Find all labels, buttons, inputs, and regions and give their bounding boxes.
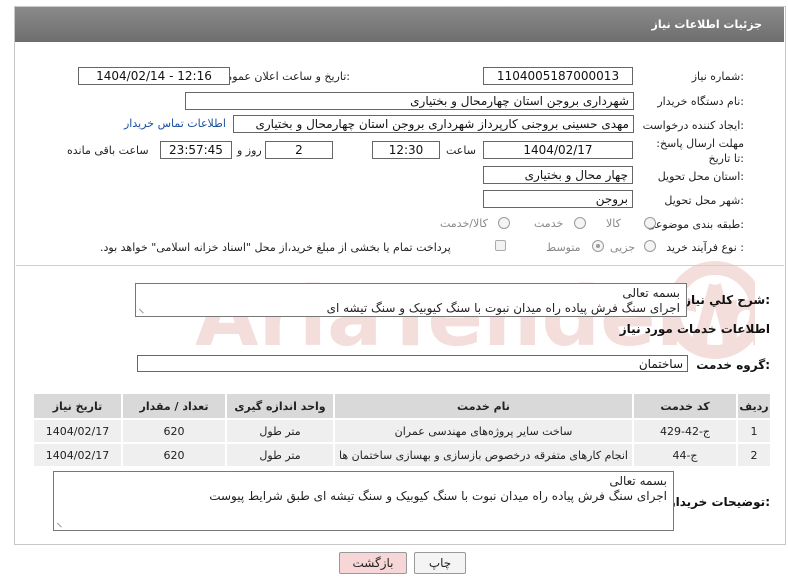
section-divider — [16, 265, 784, 266]
process-radio-medium[interactable] — [592, 240, 604, 252]
unit: متر طول — [225, 442, 335, 468]
need-number-field: 1104005187000013 — [483, 67, 633, 85]
buyer-org-label: نام دستگاه خریدار: — [657, 95, 744, 108]
need-number-label: شماره نیاز: — [691, 70, 744, 83]
summary-line-2: اجرای سنگ فرش پیاده راه میدان نبوت با سن… — [326, 301, 680, 315]
category-option-goods: کالا — [606, 217, 621, 230]
province-label: استان محل تحویل: — [657, 170, 744, 183]
deadline-time-label: ساعت — [446, 144, 476, 157]
col-qty-header: تعداد / مقدار — [121, 392, 227, 420]
deadline-date-field: 1404/02/17 — [483, 141, 633, 159]
col-unit-header: واحد اندازه گیری — [225, 392, 335, 420]
deadline-label: مهلت ارسال پاسخ: تا تاریخ: — [656, 137, 744, 165]
province-field: چهار محال و بختیاری — [483, 166, 633, 184]
contact-info-link[interactable]: اطلاعات تماس خریدار — [124, 117, 226, 130]
process-type-label: نوع فرآیند خرید : — [666, 241, 744, 254]
buyer-notes-label: توضیحات خریدار: — [668, 495, 770, 509]
process-option-medium: متوسط — [546, 241, 581, 254]
notes-line-1: بسمه تعالی — [609, 474, 667, 488]
service-name: ساخت سایر پروژه‌های مهندسی عمران — [333, 418, 634, 444]
treasury-payment-note: پرداخت تمام یا بخشی از مبلغ خرید،از محل … — [100, 241, 451, 254]
need-summary-label: شرح کلي نياز: — [684, 293, 770, 307]
creator-label: ایجاد کننده درخواست: — [642, 119, 744, 132]
buyer-notes-textarea[interactable]: بسمه تعالی اجرای سنگ فرش پیاده راه میدان… — [53, 471, 674, 531]
need-date: 1404/02/17 — [32, 442, 123, 468]
page-title: جزئیات اطلاعات نیاز — [651, 18, 763, 31]
category-option-goods-service: کالا/خدمت — [440, 217, 488, 230]
process-radio-minor[interactable] — [644, 240, 656, 252]
remaining-time-field: 23:57:45 — [160, 141, 232, 159]
city-field: بروجن — [483, 190, 633, 208]
row-number: 1 — [736, 418, 772, 444]
table-header-row: ردیف کد خدمت نام خدمت واحد اندازه گیری ت… — [32, 392, 772, 420]
days-label: روز و — [237, 144, 262, 157]
category-radio-service[interactable] — [574, 217, 586, 229]
need-summary-textarea[interactable]: بسمه تعالی اجرای سنگ فرش پیاده راه میدان… — [135, 283, 687, 317]
remaining-days-field: 2 — [265, 141, 333, 159]
unit: متر طول — [225, 418, 335, 444]
category-radio-goods-service[interactable] — [498, 217, 510, 229]
process-option-minor: جزیی — [610, 241, 636, 254]
city-label: شهر محل تحویل: — [664, 194, 744, 207]
service-name: انجام کارهای متفرقه درخصوص بازسازی و بهس… — [333, 442, 634, 468]
col-date-header: تاریخ نیاز — [32, 392, 123, 420]
quantity: 620 — [121, 418, 227, 444]
back-button[interactable]: بازگشت — [339, 552, 407, 574]
services-section-title: اطلاعات خدمات مورد نیاز — [619, 322, 770, 336]
notes-line-2: اجرای سنگ فرش پیاده راه میدان نبوت با سن… — [209, 489, 667, 503]
creator-field: مهدی حسینی بروجنی کارپرداز شهرداری بروجن… — [233, 115, 634, 133]
quantity: 620 — [121, 442, 227, 468]
announce-label: تاریخ و ساعت اعلان عمومی: — [217, 70, 350, 83]
buyer-org-field: شهرداری بروجن استان چهارمحال و بختیاری — [185, 92, 634, 110]
table-row: 2 ج-44 انجام کارهای متفرقه درخصوص بازساز… — [32, 442, 772, 468]
service-group-label: گروه خدمت: — [696, 358, 770, 372]
category-radio-goods[interactable] — [644, 217, 656, 229]
category-label: طبقه بندی موضوعی: — [646, 218, 744, 231]
col-row-header: ردیف — [736, 392, 772, 420]
summary-line-1: بسمه تعالی — [622, 286, 680, 300]
col-code-header: کد خدمت — [632, 392, 738, 420]
category-option-service: خدمت — [534, 217, 564, 230]
deadline-time-field: 12:30 — [372, 141, 440, 159]
announce-datetime-field: 1404/02/14 - 12:16 — [78, 67, 230, 85]
print-button[interactable]: چاپ — [414, 552, 466, 574]
table-row: 1 ج-42-429 ساخت سایر پروژه‌های مهندسی عم… — [32, 418, 772, 444]
service-group-field: ساختمان — [137, 355, 688, 372]
col-name-header: نام خدمت — [333, 392, 634, 420]
services-table: ردیف کد خدمت نام خدمت واحد اندازه گیری ت… — [32, 392, 772, 468]
need-date: 1404/02/17 — [32, 418, 123, 444]
row-number: 2 — [736, 442, 772, 468]
service-code: ج-42-429 — [632, 418, 738, 444]
remaining-time-label: ساعت باقی مانده — [67, 144, 149, 157]
treasury-payment-checkbox[interactable] — [495, 240, 506, 251]
panel-header: جزئیات اطلاعات نیاز — [15, 7, 784, 42]
service-code: ج-44 — [632, 442, 738, 468]
